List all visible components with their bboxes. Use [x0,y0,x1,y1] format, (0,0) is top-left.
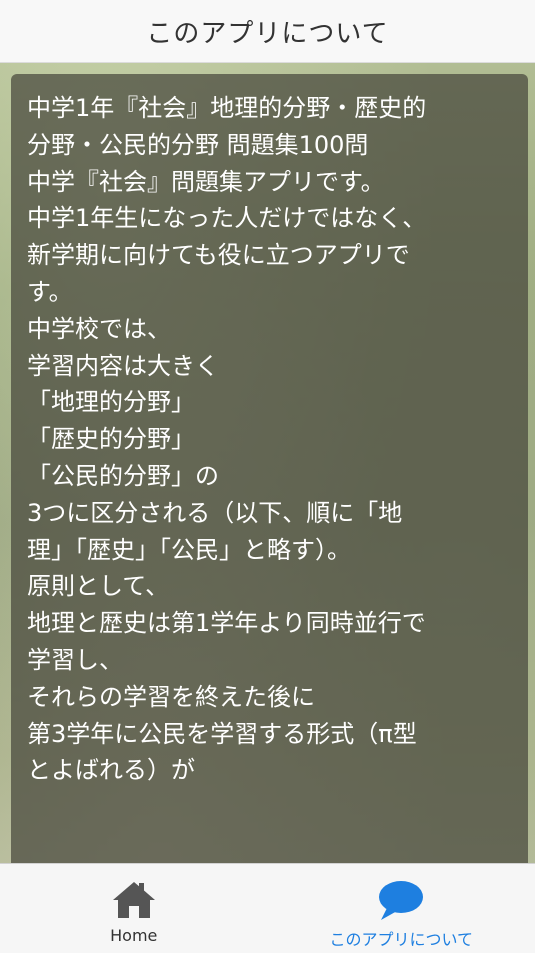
description-line: 中学『社会』問題集アプリです。 [27,167,385,196]
description-line: 中学1年生になった人だけではなく、 [27,204,427,233]
description-line: 「地理的分野」 [27,388,195,417]
description-line: 中学1年『社会』地理的分野・歴史的 [27,94,427,122]
speech-bubble-icon [379,881,424,920]
description-line: す。 [27,277,73,306]
description-line: 学習し、 [27,645,123,674]
bottom-tab-bar: Home このアプリについて [0,863,535,953]
description-line: 原則として、 [27,572,170,601]
description-line: 地理と歴史は第1学年より同時並行で [27,609,426,638]
description-line: それらの学習を終えた後に [27,682,315,711]
description-line: 「公民的分野」の [27,461,219,490]
app-root: このアプリについて 中学1年『社会』地理的分野・歴史的 分野・公民的分野 問題集… [0,0,535,953]
description-line: とよばれる）が [27,756,195,785]
description-line: 第3学年に公民を学習する形式（π型 [27,719,417,748]
description-line: 理」「歴史」「公民」と略す）。 [27,535,351,564]
tab-about-label: このアプリについて [329,930,474,949]
description-line: 新学期に向けても役に立つアプリで [27,241,410,270]
description-line: 3つに区分される（以下、順に「地 [27,498,403,527]
home-icon [112,882,155,918]
description-line: 学習内容は大きく [27,351,219,380]
description-text: 中学1年『社会』地理的分野・歴史的 分野・公民的分野 問題集100問 中学『社会… [11,74,528,789]
description-line: 分野・公民的分野 問題集100問 [27,130,369,159]
tab-home[interactable]: Home [0,864,268,953]
top-header: このアプリについて [0,0,535,63]
description-card[interactable]: 中学1年『社会』地理的分野・歴史的 分野・公民的分野 問題集100問 中学『社会… [11,74,528,904]
tab-about[interactable]: このアプリについて [268,864,535,953]
tab-home-label: Home [110,926,158,945]
page-title: このアプリについて [146,18,389,49]
description-line: 中学校では、 [27,314,171,343]
description-line: 「歴史的分野」 [27,425,195,454]
